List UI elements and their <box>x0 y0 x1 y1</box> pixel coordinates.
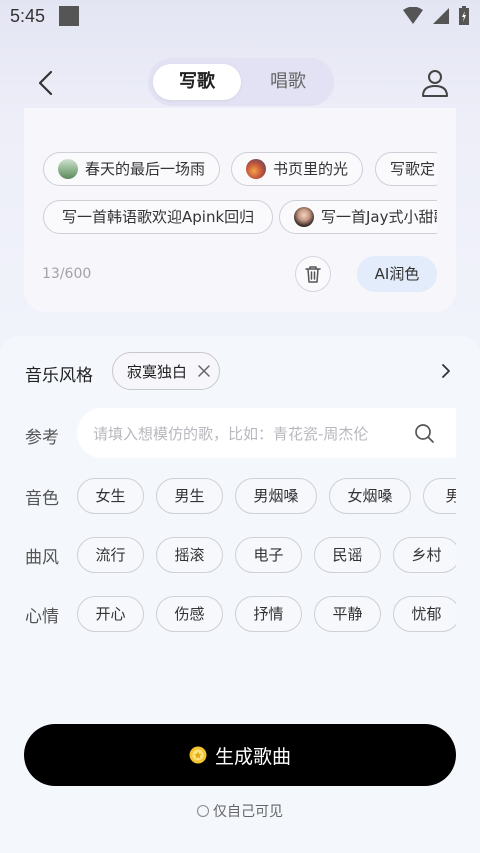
top-bar: 写歌 唱歌 <box>0 56 480 110</box>
suggestion-label: 写歌定 <box>390 160 436 178</box>
genre-option[interactable]: 乡村 <box>393 537 456 573</box>
lyrics-card: 春天的最后一场雨 书页里的光 写歌定 写一首韩语歌欢迎Apink回归 写一首Ja… <box>24 108 456 312</box>
landscape-thumbnail <box>58 159 78 179</box>
user-icon <box>422 70 448 97</box>
mood-option[interactable]: 忧郁 <box>393 596 456 632</box>
mood-option[interactable]: 开心 <box>77 596 144 632</box>
voice-options: 女生 男生 男烟嗓 女烟嗓 男 <box>77 477 456 517</box>
genre-options: 流行 摇滚 电子 民谣 乡村 <box>77 536 456 576</box>
search-icon[interactable] <box>413 422 435 444</box>
status-time: 5:45 <box>10 6 46 26</box>
voice-label: 音色 <box>25 489 59 509</box>
suggestion-chip[interactable]: 写一首韩语歌欢迎Apink回归 <box>43 200 274 234</box>
selected-style-chip[interactable]: 寂寞独白 <box>112 352 221 390</box>
voice-option[interactable]: 女烟嗓 <box>329 478 411 514</box>
tab-sing-song[interactable]: 唱歌 <box>245 64 331 100</box>
mood-option[interactable]: 伤感 <box>156 596 223 632</box>
mood-label: 心情 <box>25 607 59 627</box>
privacy-radio[interactable] <box>197 805 209 817</box>
suggestion-label: 写一首韩语歌欢迎Apink回归 <box>62 208 255 226</box>
genre-option[interactable]: 民谣 <box>314 537 381 573</box>
suggestion-label: 写一首Jay式小甜歌 <box>321 208 437 226</box>
genre-label: 曲风 <box>25 548 59 568</box>
portrait-thumbnail <box>294 207 314 227</box>
close-icon[interactable] <box>197 364 211 378</box>
chevron-left-icon <box>38 70 53 96</box>
genre-option[interactable]: 电子 <box>235 537 302 573</box>
music-style-label: 音乐风格 <box>25 366 93 386</box>
signal-icon <box>433 8 449 24</box>
suggestion-row: 写一首韩语歌欢迎Apink回归 写一首Jay式小甜歌 <box>24 198 437 238</box>
privacy-option: 仅自己可见 <box>0 801 480 821</box>
tab-write-song[interactable]: 写歌 <box>153 64 241 100</box>
selected-style-label: 寂寞独白 <box>127 362 188 381</box>
reference-label: 参考 <box>25 428 59 448</box>
reference-field <box>77 408 456 460</box>
suggestion-label: 春天的最后一场雨 <box>85 160 206 178</box>
battery-icon <box>459 6 469 25</box>
status-icons <box>402 6 470 26</box>
genre-option[interactable]: 摇滚 <box>156 537 223 573</box>
wifi-icon <box>403 7 423 24</box>
generate-song-button[interactable]: 生成歌曲 <box>24 724 456 786</box>
voice-option[interactable]: 女生 <box>77 478 144 514</box>
sunset-thumbnail <box>246 159 266 179</box>
mood-option[interactable]: 抒情 <box>235 596 302 632</box>
voice-row: 音色 女生 男生 男烟嗓 女烟嗓 男 <box>0 477 480 517</box>
coin-icon <box>189 746 207 764</box>
genre-option[interactable]: 流行 <box>77 537 144 573</box>
suggestion-chip[interactable]: 写歌定 <box>375 152 437 186</box>
mood-row: 心情 开心 伤感 抒情 平静 忧郁 <box>0 595 480 635</box>
suggestion-chip[interactable]: 写一首Jay式小甜歌 <box>279 200 437 234</box>
chevron-right-icon[interactable] <box>437 362 455 380</box>
trash-icon <box>305 266 321 283</box>
suggestion-chip[interactable]: 春天的最后一场雨 <box>43 152 221 186</box>
suggestion-label: 书页里的光 <box>273 160 349 178</box>
privacy-label[interactable]: 仅自己可见 <box>213 801 283 821</box>
mode-tabs: 写歌 唱歌 <box>148 58 334 106</box>
profile-button[interactable] <box>418 66 452 100</box>
genre-row: 曲风 流行 摇滚 电子 民谣 乡村 <box>0 536 480 576</box>
generate-song-label: 生成歌曲 <box>214 745 291 768</box>
status-bar: 5:45 <box>0 0 480 34</box>
voice-option[interactable]: 男 <box>423 478 456 514</box>
voice-option[interactable]: 男生 <box>156 478 223 514</box>
reference-input[interactable] <box>91 408 405 460</box>
suggestion-row: 春天的最后一场雨 书页里的光 写歌定 <box>24 150 437 190</box>
clear-button[interactable] <box>295 256 331 292</box>
suggestion-chip[interactable]: 书页里的光 <box>231 152 364 186</box>
mood-options: 开心 伤感 抒情 平静 忧郁 <box>77 595 456 635</box>
back-button[interactable] <box>30 66 64 100</box>
notification-icon <box>59 6 79 26</box>
mood-option[interactable]: 平静 <box>314 596 381 632</box>
ai-polish-button[interactable]: AI润色 <box>357 256 437 292</box>
voice-option[interactable]: 男烟嗓 <box>235 478 317 514</box>
char-counter: 13/600 <box>42 266 92 282</box>
